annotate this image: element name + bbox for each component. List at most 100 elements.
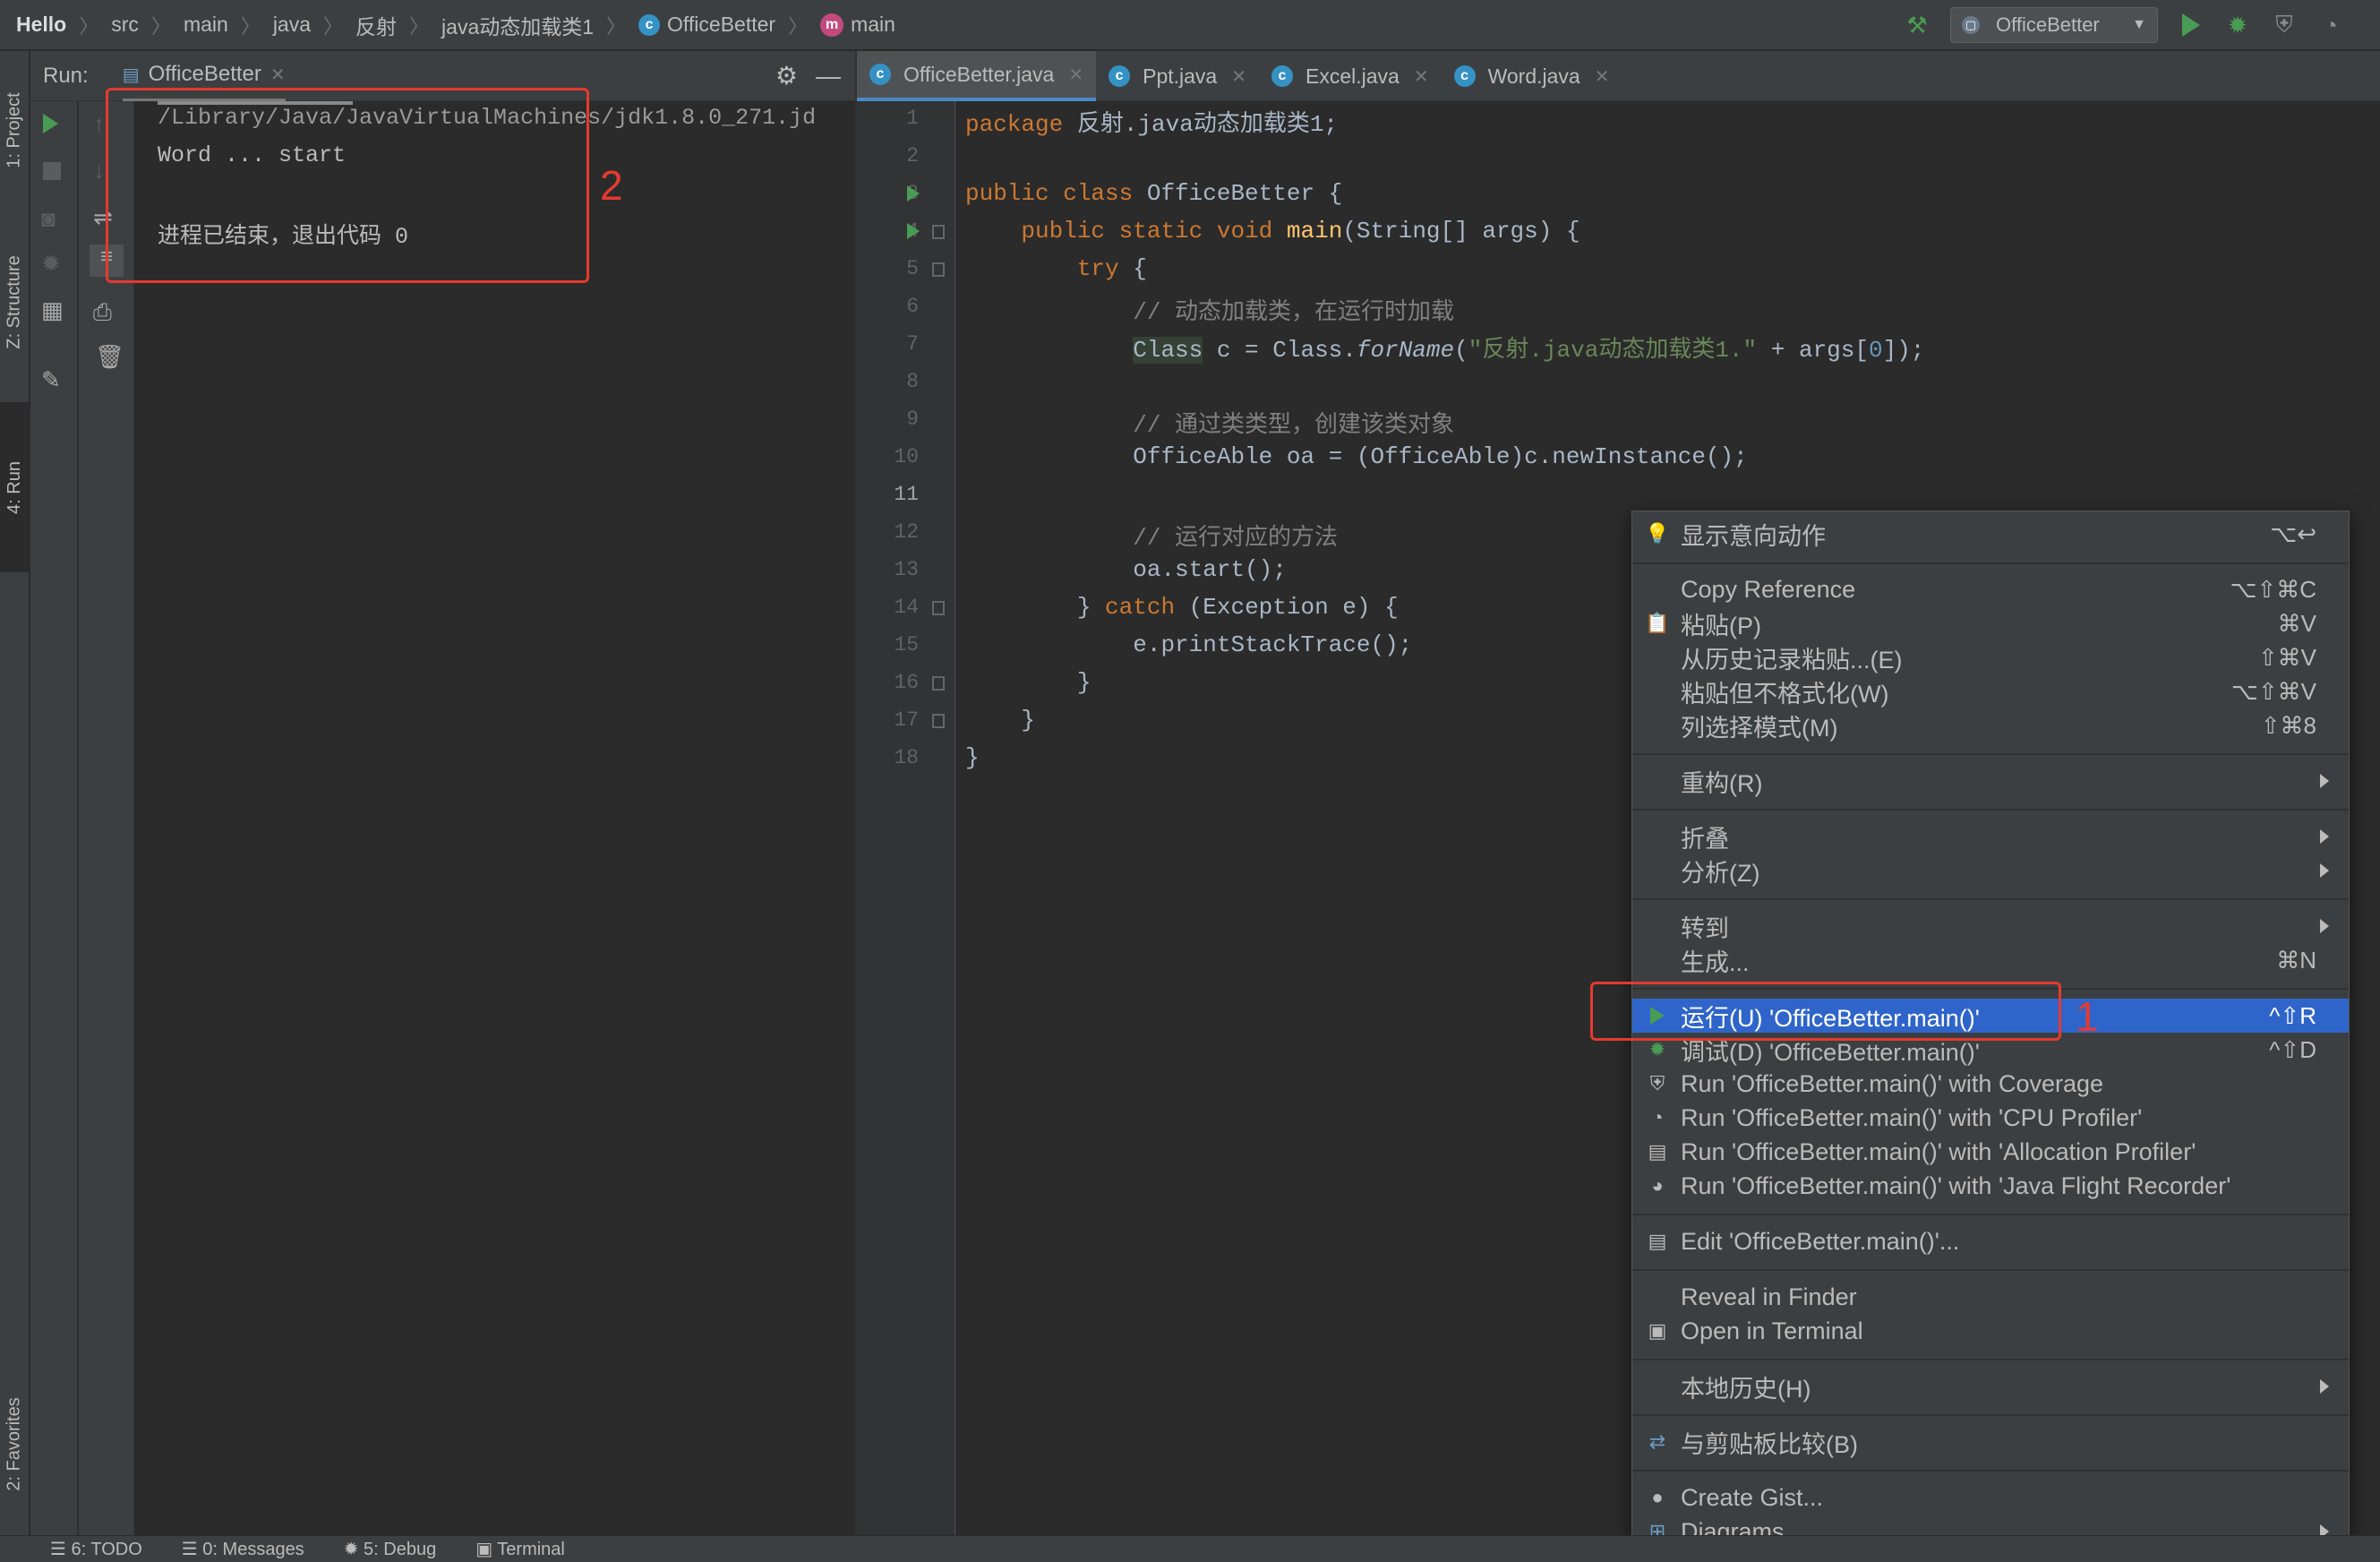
breadcrumb-item-project[interactable]: Hello	[16, 13, 66, 37]
close-icon[interactable]: ✕	[1595, 65, 1610, 88]
breadcrumb-item-main-folder[interactable]: main	[184, 13, 228, 37]
breadcrumb-item-method[interactable]: main	[851, 13, 895, 37]
tab-run[interactable]: 4: Run	[0, 402, 30, 572]
line-number: 7	[906, 332, 919, 356]
code-token: public static void	[1021, 218, 1273, 245]
fold-icon[interactable]	[932, 676, 945, 691]
method-icon: m	[820, 13, 844, 37]
menu-item-run-cpu-profiler[interactable]: ◔ Run 'OfficeBetter.main()' with 'CPU Pro…	[1632, 1101, 2349, 1135]
menu-shortcut: ⌥⇧⌘V	[2230, 677, 2316, 705]
run-tab-icon: ▤	[122, 64, 140, 85]
tab-favorites[interactable]: 2: Favorites	[0, 1359, 30, 1529]
print-icon[interactable]: ⎙	[93, 298, 112, 327]
menu-item-open-terminal[interactable]: ▣ Open in Terminal	[1632, 1314, 2349, 1348]
coverage-shield-icon[interactable]: ⛨	[2271, 11, 2298, 39]
stop-icon[interactable]	[43, 162, 61, 180]
breadcrumb-item-java[interactable]: java	[273, 13, 311, 37]
menu-item-analyze[interactable]: 分析(Z)	[1632, 854, 2349, 888]
annotation-box-run-item	[1590, 982, 2061, 1041]
menu-label: Run 'OfficeBetter.main()' with 'Allocati…	[1681, 1137, 2196, 1165]
breadcrumb-item-class[interactable]: OfficeBetter	[667, 13, 775, 37]
up-arrow-icon[interactable]: ↑	[93, 110, 105, 138]
menu-item-reveal-finder[interactable]: Reveal in Finder	[1632, 1280, 2349, 1314]
menu-separator	[1632, 1214, 2349, 1215]
tab-excel-java[interactable]: c Excel.java ✕	[1259, 51, 1442, 101]
menu-item-goto[interactable]: 转到	[1632, 909, 2349, 943]
run-gutter-icon[interactable]	[907, 223, 920, 239]
tab-ppt-java[interactable]: c Ppt.java ✕	[1096, 51, 1259, 101]
fold-icon[interactable]	[932, 714, 945, 728]
menu-item-paste[interactable]: 📋 粘贴(P) ⌘V	[1632, 606, 2349, 640]
tab-word-java[interactable]: c Word.java ✕	[1442, 51, 1622, 101]
build-hammer-icon[interactable]: ⚒	[1904, 12, 1931, 39]
code-line: oa.start();	[965, 556, 1287, 583]
profiler-icon[interactable]: ◔	[2317, 12, 2344, 39]
fold-icon[interactable]	[932, 601, 945, 615]
menu-label: 粘贴(P)	[1681, 612, 1761, 639]
run-icon[interactable]	[2178, 12, 2204, 39]
bottom-tab-messages[interactable]: ☰ 0: Messages	[182, 1538, 304, 1560]
rerun-icon[interactable]	[43, 114, 58, 133]
line-number: 8	[906, 370, 919, 393]
menu-label: 粘贴但不格式化(W)	[1681, 680, 1889, 708]
trash-icon[interactable]: 🗑	[95, 343, 124, 371]
bottom-tab-debug[interactable]: ✹ 5: Debug	[344, 1538, 437, 1560]
gear-icon[interactable]: ⚙	[775, 61, 798, 90]
menu-item-create-gist[interactable]: ● Create Gist...	[1632, 1480, 2349, 1515]
menu-item-generate[interactable]: 生成... ⌘N	[1632, 943, 2349, 977]
code-line: e.printStackTrace();	[965, 631, 1412, 658]
breadcrumb-item-package[interactable]: java动态加载类1	[441, 10, 594, 40]
editor-gutter[interactable]: 1 2 3 4 5 6 7 8 9 10 11 12 13 14 15 16 1…	[857, 101, 955, 1535]
menu-item-refactor[interactable]: 重构(R)	[1632, 764, 2349, 798]
console-output[interactable]: /Library/Java/JavaVirtualMachines/jdk1.8…	[135, 101, 855, 1535]
menu-label: Run 'OfficeBetter.main()' with 'Java Fli…	[1681, 1172, 2231, 1199]
fold-icon[interactable]	[932, 225, 945, 239]
code-token: (Exception e) {	[1175, 594, 1399, 621]
menu-item-column-mode[interactable]: 列选择模式(M) ⇧⌘8	[1632, 708, 2349, 742]
tab-officebetter-java[interactable]: c OfficeBetter.java ✕	[857, 51, 1097, 101]
fold-icon[interactable]	[932, 262, 945, 277]
code-token: + args[	[1757, 337, 1869, 364]
menu-item-paste-history[interactable]: 从历史记录粘贴...(E) ⇧⌘V	[1632, 640, 2349, 674]
breadcrumb-item-reflect[interactable]: 反射	[355, 10, 397, 40]
menu-item-copy-reference[interactable]: Copy Reference ⌥⇧⌘C	[1632, 572, 2349, 606]
breadcrumb-item-src[interactable]: src	[111, 13, 139, 37]
close-icon[interactable]: ✕	[1414, 65, 1429, 88]
menu-item-edit-configuration[interactable]: ▤ Edit 'OfficeBetter.main()'...	[1632, 1224, 2349, 1258]
menu-item-compare-clipboard[interactable]: ⇄ 与剪贴板比较(B)	[1632, 1425, 2349, 1459]
run-gutter-icon[interactable]	[907, 185, 920, 202]
down-arrow-icon[interactable]: ↓	[93, 157, 105, 185]
close-icon[interactable]: ✕	[1068, 64, 1083, 86]
menu-label: 显示意向动作	[1681, 522, 1826, 550]
menu-label: Create Gist...	[1681, 1483, 1824, 1511]
menu-item-show-intentions[interactable]: 💡 显示意向动作 ⌥↩	[1632, 517, 2349, 551]
bottom-tab-todo[interactable]: ☰ 6: TODO	[50, 1538, 142, 1560]
left-tool-strip: 1: Project Z: Structure 4: Run 2: Favori…	[0, 51, 30, 1535]
menu-separator	[1632, 1269, 2349, 1271]
pin-icon[interactable]: ✎	[41, 366, 61, 394]
bug-icon[interactable]: ✹	[41, 250, 61, 278]
debug-bug-icon[interactable]: ✹	[2224, 12, 2251, 39]
menu-item-run-flight-recorder[interactable]: ◕ Run 'OfficeBetter.main()' with 'Java Fl…	[1632, 1169, 2349, 1203]
line-number: 11	[894, 483, 919, 506]
close-icon[interactable]: ✕	[270, 64, 286, 86]
menu-item-run-coverage[interactable]: ⛨ Run 'OfficeBetter.main()' with Coverage	[1632, 1067, 2349, 1101]
menu-item-run-allocation-profiler[interactable]: ▤ Run 'OfficeBetter.main()' with 'Allocat…	[1632, 1135, 2349, 1169]
bottom-tab-terminal[interactable]: ▣ Terminal	[475, 1538, 565, 1560]
menu-item-folding[interactable]: 折叠	[1632, 820, 2349, 854]
menu-item-paste-plain[interactable]: 粘贴但不格式化(W) ⌥⇧⌘V	[1632, 674, 2349, 708]
class-icon: c	[638, 13, 661, 36]
code-token: (	[1454, 337, 1468, 364]
tab-project[interactable]: 1: Project	[0, 58, 30, 202]
minimize-icon[interactable]: —	[816, 62, 841, 90]
breadcrumb: Hello 〉 src 〉 main 〉 java 〉 反射〉 java动态加载类1 〉 …	[16, 10, 895, 40]
code-comment: // 动态加载类，在运行时加载	[1133, 299, 1455, 326]
camera-icon[interactable]: ◙	[41, 205, 56, 233]
tab-structure[interactable]: Z: Structure	[0, 221, 30, 382]
compare-icon: ⇄	[1648, 1430, 1666, 1453]
close-icon[interactable]: ✕	[1231, 65, 1246, 88]
layout-icon[interactable]: ▦	[41, 296, 64, 324]
menu-item-local-history[interactable]: 本地历史(H)	[1632, 1369, 2349, 1403]
run-configuration-select[interactable]: ▢ OfficeBetter ▼	[1950, 7, 2158, 43]
menu-separator	[1632, 1414, 2349, 1416]
